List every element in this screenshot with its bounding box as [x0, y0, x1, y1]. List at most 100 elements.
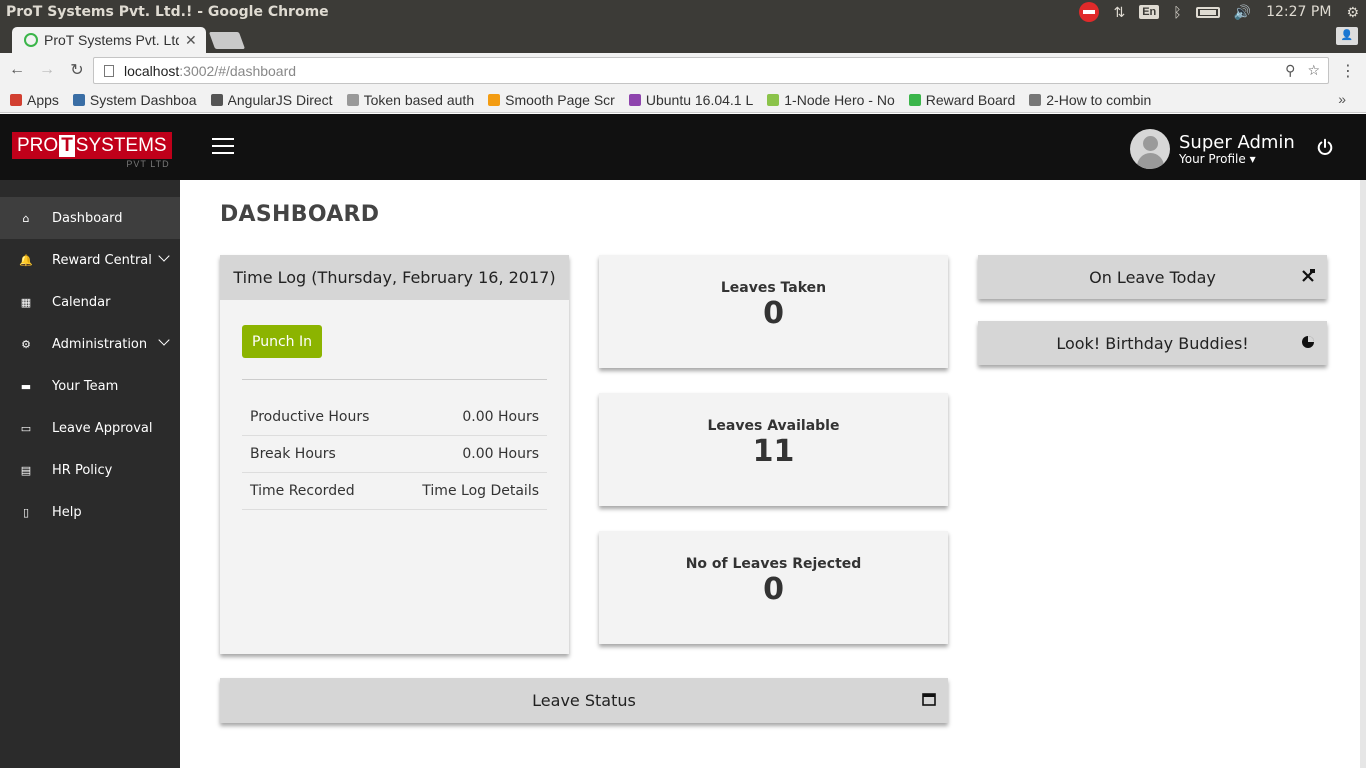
sidebar-item-dashboard[interactable]: ⌂ Dashboard [0, 197, 180, 239]
keyboard-indicator[interactable]: En [1139, 5, 1160, 19]
bluetooth-icon[interactable]: ᛒ [1173, 4, 1181, 20]
leave-status-card[interactable]: Leave Status [220, 678, 948, 723]
bookmark-label: 2-How to combin [1046, 91, 1152, 108]
window-title: ProT Systems Pvt. Ltd.! - Google Chrome [6, 4, 329, 20]
back-arrow-icon[interactable]: ← [4, 61, 30, 79]
bookmark-label: 1-Node Hero - No [784, 91, 895, 108]
sidebar-item-calendar[interactable]: ▦ Calendar [0, 281, 180, 323]
network-icon[interactable]: ⇅ [1113, 4, 1125, 21]
forward-arrow-icon[interactable]: → [34, 61, 60, 79]
bookmark-label: Smooth Page Scr [505, 91, 615, 108]
row-value: 0.00 Hours [462, 409, 539, 425]
bookmark-item[interactable]: Reward Board [908, 91, 1016, 108]
stat-label: Leaves Available [707, 418, 840, 434]
caret-down-icon: ▾ [1249, 152, 1256, 166]
page-info-icon[interactable] [104, 64, 114, 77]
chevron-down-icon [158, 250, 170, 262]
browser-menu-icon[interactable]: ⋮ [1340, 61, 1356, 81]
bookmark-label: Reward Board [925, 91, 1016, 108]
brand-logo[interactable]: PRO T SYSTEMS PVT LTD [12, 132, 172, 172]
bookmark-label: AngularJS Direct [227, 91, 333, 108]
leaves-rejected-card: No of Leaves Rejected 0 [599, 531, 948, 644]
sidebar-item-administration[interactable]: ⚙ Administration [0, 323, 180, 365]
menu-toggle-icon[interactable] [212, 138, 234, 154]
card-title: Leave Status [532, 691, 636, 710]
brand-sub: PVT LTD [126, 159, 170, 169]
page-scrollbar[interactable] [1360, 180, 1366, 768]
main-content: DASHBOARD Time Log (Thursday, February 1… [180, 180, 1360, 768]
time-log-title: Time Log (Thursday, February 16, 2017) [220, 255, 569, 300]
bookmarks-overflow-icon[interactable]: » [1338, 91, 1346, 107]
sidebar-item-help[interactable]: ▯ Help [0, 491, 180, 533]
power-icon[interactable] [1316, 138, 1334, 156]
user-name[interactable]: Super Admin [1179, 132, 1295, 153]
settings-gear-icon[interactable]: ⚙ [1346, 4, 1359, 21]
bookmark-label: Ubuntu 16.04.1 L [645, 91, 754, 108]
sidebar-item-your-team[interactable]: ▬ Your Team [0, 365, 180, 407]
no-entry-icon[interactable] [1079, 2, 1100, 22]
new-tab-button[interactable] [208, 32, 246, 49]
birthday-buddies-card[interactable]: Look! Birthday Buddies! [978, 321, 1327, 365]
bookmark-favicon-icon [72, 93, 85, 106]
sidebar-item-leave-approval[interactable]: ▭ Leave Approval [0, 407, 180, 449]
document-icon: ▤ [20, 463, 32, 477]
address-bar[interactable]: localhost :3002/#/dashboard ⚲ ☆ [93, 57, 1329, 84]
time-log-row: Time Recorded Time Log Details [242, 473, 547, 510]
bookmark-item[interactable]: 2-How to combin [1029, 92, 1151, 108]
punch-in-button[interactable]: Punch In [242, 325, 322, 358]
tab-close-icon[interactable]: ✕ [185, 32, 197, 49]
system-tray: ⇅ En ᛒ 🔊 12:27 PM ⚙ [1072, 0, 1366, 24]
brand-pro: PRO [17, 134, 59, 156]
sidebar-item-label: Leave Approval [52, 420, 153, 436]
card-title: Look! Birthday Buddies! [1056, 333, 1249, 353]
key-icon[interactable]: ⚲ [1285, 62, 1295, 79]
bookmark-item[interactable]: Apps [10, 92, 59, 108]
bookmark-item[interactable]: Smooth Page Scr [488, 92, 615, 108]
brand-systems: SYSTEMS [75, 134, 167, 156]
bookmark-favicon-icon [1029, 93, 1042, 106]
bookmark-item[interactable]: Ubuntu 16.04.1 L [628, 91, 754, 108]
tab-title: ProT Systems Pvt. Ltd.! [44, 32, 179, 48]
sidebar: ⌂ Dashboard 🔔 Reward Central ▦ Calendar ⚙ Admin… [0, 180, 180, 768]
stat-value: 0 [763, 296, 784, 331]
reload-icon[interactable]: ↻ [64, 60, 90, 80]
battery-icon[interactable] [1195, 6, 1220, 18]
time-log-details-link[interactable]: Time Log Details [422, 483, 539, 499]
profile-icon[interactable]: 👤 [1336, 27, 1358, 45]
laptop-icon: ▭ [20, 421, 32, 435]
on-leave-today-card[interactable]: On Leave Today [978, 255, 1327, 299]
avatar[interactable] [1130, 129, 1170, 169]
brand-t: T [59, 134, 75, 157]
bookmark-favicon-icon [488, 93, 501, 106]
pie-chart-icon [1302, 336, 1314, 348]
bookmark-item[interactable]: Token based auth [346, 91, 475, 108]
clock[interactable]: 12:27 PM [1266, 4, 1331, 20]
profile-dropdown[interactable]: Your Profile ▾ [1179, 152, 1256, 166]
card-title: On Leave Today [1089, 267, 1216, 287]
browser-tab[interactable]: ProT Systems Pvt. Ltd.! ✕ [12, 27, 206, 53]
stat-value: 11 [752, 434, 795, 469]
bookmark-star-icon[interactable]: ☆ [1307, 62, 1320, 79]
time-log-row: Productive Hours 0.00 Hours [242, 399, 547, 436]
stat-value: 0 [763, 572, 784, 607]
sidebar-item-label: Dashboard [52, 210, 123, 226]
bookmark-item[interactable]: AngularJS Direct [210, 91, 333, 108]
row-label: Productive Hours [250, 409, 370, 425]
bookmark-item[interactable]: 1-Node Hero - No [767, 92, 895, 108]
sidebar-item-hr-policy[interactable]: ▤ HR Policy [0, 449, 180, 491]
bookmark-label: Token based auth [363, 91, 475, 108]
volume-icon[interactable]: 🔊 [1234, 4, 1251, 21]
bookmark-item[interactable]: System Dashboa [72, 92, 197, 108]
sidebar-item-label: Your Team [52, 378, 119, 394]
sidebar-item-label: Calendar [52, 294, 111, 310]
bookmark-label: Apps [27, 91, 59, 108]
file-icon: ▯ [22, 505, 30, 519]
app-header: PRO T SYSTEMS PVT LTD Super Admin Your P… [0, 114, 1366, 180]
tools-icon [1302, 269, 1315, 282]
sidebar-item-reward-central[interactable]: 🔔 Reward Central [0, 239, 180, 281]
time-log-card: Time Log (Thursday, February 16, 2017) P… [220, 255, 569, 654]
bookmark-favicon-icon [767, 93, 780, 106]
bell-icon: 🔔 [19, 253, 33, 267]
time-log-row: Break Hours 0.00 Hours [242, 436, 547, 473]
stat-label: No of Leaves Rejected [685, 556, 862, 572]
